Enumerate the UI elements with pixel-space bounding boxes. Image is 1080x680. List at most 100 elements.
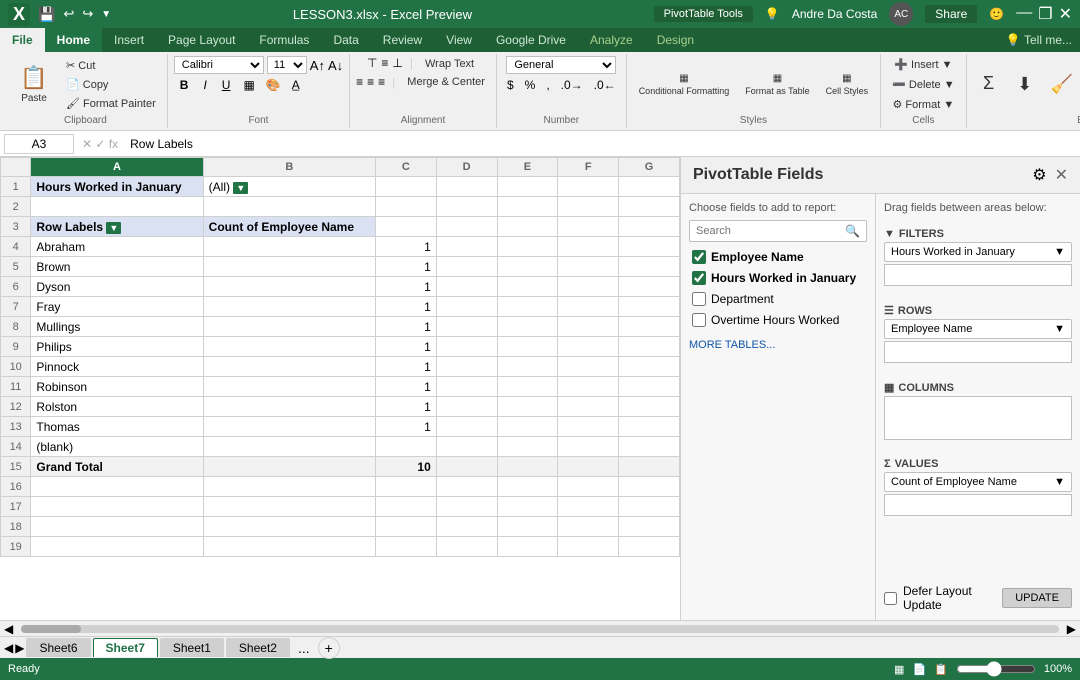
defer-checkbox[interactable] bbox=[884, 592, 897, 605]
bold-button[interactable]: B bbox=[174, 76, 195, 94]
field-item-department[interactable]: Department bbox=[689, 290, 867, 308]
quick-access-save[interactable]: 💾 bbox=[38, 6, 55, 23]
copy-button[interactable]: 📄 Copy bbox=[61, 76, 161, 93]
col-header-e[interactable]: E bbox=[497, 158, 558, 177]
values-dropdown[interactable]: Count of Employee Name ▼ bbox=[884, 472, 1072, 492]
insert-button[interactable]: ➕ Insert ▼ bbox=[889, 56, 957, 73]
font-size-select[interactable]: 11 bbox=[267, 56, 307, 74]
field-checkbox-employee-name[interactable] bbox=[692, 250, 706, 264]
increase-font-size[interactable]: A↑ bbox=[310, 58, 325, 73]
comma-button[interactable]: , bbox=[542, 77, 553, 93]
cell-reference-box[interactable] bbox=[4, 134, 74, 154]
underline-button[interactable]: U bbox=[216, 76, 237, 94]
scroll-left[interactable]: ◀ bbox=[0, 622, 17, 636]
add-sheet-button[interactable]: + bbox=[318, 637, 340, 659]
tab-analyze[interactable]: Analyze bbox=[578, 28, 645, 52]
scroll-thumb[interactable] bbox=[21, 625, 81, 633]
decrease-font-size[interactable]: A↓ bbox=[328, 58, 343, 73]
fill-color-button[interactable]: 🎨 bbox=[262, 77, 285, 93]
col-header-a[interactable]: A bbox=[31, 158, 203, 177]
align-left[interactable]: ≡ bbox=[356, 75, 363, 89]
align-center[interactable]: ≡ bbox=[367, 75, 374, 89]
sheet-tab-sheet1[interactable]: Sheet1 bbox=[160, 638, 224, 657]
align-middle[interactable]: ≡ bbox=[381, 56, 388, 72]
view-page-break[interactable]: 📋 bbox=[934, 663, 948, 676]
tab-insert[interactable]: Insert bbox=[102, 28, 156, 52]
align-bottom[interactable]: ⊥ bbox=[392, 56, 402, 72]
col-header-b[interactable]: B bbox=[203, 158, 375, 177]
italic-button[interactable]: I bbox=[197, 76, 212, 94]
conditional-formatting-button[interactable]: ▦ Conditional Formatting bbox=[633, 70, 736, 99]
scroll-right[interactable]: ▶ bbox=[1063, 622, 1080, 636]
col-header-d[interactable]: D bbox=[436, 158, 497, 177]
currency-button[interactable]: $ bbox=[503, 77, 518, 93]
minimize-button[interactable]: — bbox=[1016, 4, 1032, 24]
nav-next[interactable]: ▶ bbox=[15, 641, 24, 655]
tell-me-box[interactable]: 💡 Tell me... bbox=[998, 28, 1080, 52]
decrease-decimal[interactable]: .0← bbox=[590, 77, 620, 93]
view-normal[interactable]: ▦ bbox=[894, 663, 904, 676]
cell-styles-button[interactable]: ▦ Cell Styles bbox=[820, 70, 875, 99]
sheet-tab-sheet6[interactable]: Sheet6 bbox=[26, 638, 90, 657]
number-format-select[interactable]: General bbox=[506, 56, 616, 74]
cut-button[interactable]: ✂ Cut bbox=[61, 57, 161, 74]
tab-review[interactable]: Review bbox=[371, 28, 434, 52]
view-page-layout[interactable]: 📄 bbox=[912, 663, 926, 676]
pivot-settings-button[interactable]: ⚙ bbox=[1032, 165, 1046, 185]
format-as-table-button[interactable]: ▦ Format as Table bbox=[739, 70, 815, 99]
filter-value-cell[interactable]: (All) ▼ bbox=[203, 177, 375, 197]
pivot-row-labels-cell[interactable]: Row Labels ▼ bbox=[31, 217, 203, 237]
tab-formulas[interactable]: Formulas bbox=[247, 28, 321, 52]
tab-file[interactable]: File bbox=[0, 28, 45, 52]
format-painter-button[interactable]: 🖌 Format Painter bbox=[61, 95, 161, 112]
tab-home[interactable]: Home bbox=[45, 28, 102, 52]
more-sheets[interactable]: ... bbox=[292, 638, 316, 658]
field-item-hours-worked[interactable]: Hours Worked in January bbox=[689, 269, 867, 287]
format-button[interactable]: ⚙ Format ▼ bbox=[888, 96, 960, 113]
quick-access-undo[interactable]: ↩ bbox=[63, 6, 74, 22]
zoom-slider[interactable] bbox=[956, 661, 1036, 677]
sheet-tab-sheet2[interactable]: Sheet2 bbox=[226, 638, 290, 657]
maximize-button[interactable]: ❐ bbox=[1038, 4, 1052, 24]
tab-page-layout[interactable]: Page Layout bbox=[156, 28, 247, 52]
field-item-employee-name[interactable]: Employee Name bbox=[689, 248, 867, 266]
merge-center-button[interactable]: Merge & Center bbox=[402, 74, 490, 90]
paste-button[interactable]: 📋 Paste bbox=[10, 61, 58, 108]
scroll-track[interactable] bbox=[21, 625, 1059, 633]
sheet-tab-sheet7[interactable]: Sheet7 bbox=[93, 638, 158, 657]
field-checkbox-department[interactable] bbox=[692, 292, 706, 306]
autosum-button[interactable]: Σ bbox=[973, 70, 1005, 99]
wrap-text-button[interactable]: Wrap Text bbox=[420, 56, 479, 72]
tab-design[interactable]: Design bbox=[645, 28, 706, 52]
field-checkbox-overtime[interactable] bbox=[692, 313, 706, 327]
filters-dropdown[interactable]: Hours Worked in January ▼ bbox=[884, 242, 1072, 262]
tab-google-drive[interactable]: Google Drive bbox=[484, 28, 578, 52]
increase-decimal[interactable]: .0→ bbox=[557, 77, 587, 93]
tab-data[interactable]: Data bbox=[321, 28, 370, 52]
tab-view[interactable]: View bbox=[434, 28, 484, 52]
percent-button[interactable]: % bbox=[521, 77, 540, 93]
more-tables-link[interactable]: MORE TABLES... bbox=[689, 339, 867, 351]
smiley-icon[interactable]: 🙂 bbox=[989, 7, 1004, 21]
borders-button[interactable]: ▦ bbox=[239, 77, 258, 93]
pivot-panel-close[interactable]: ✕ bbox=[1055, 165, 1068, 185]
fill-button[interactable]: ⬇ bbox=[1009, 71, 1041, 98]
nav-prev[interactable]: ◀ bbox=[4, 641, 13, 655]
col-header-c[interactable]: C bbox=[375, 158, 436, 177]
formula-input[interactable] bbox=[126, 135, 1076, 153]
col-header-g[interactable]: G bbox=[619, 158, 680, 177]
field-checkbox-hours-worked[interactable] bbox=[692, 271, 706, 285]
col-header-f[interactable]: F bbox=[558, 158, 619, 177]
share-button[interactable]: Share bbox=[925, 5, 977, 23]
delete-button[interactable]: ➖ Delete ▼ bbox=[887, 76, 960, 93]
field-item-overtime[interactable]: Overtime Hours Worked bbox=[689, 311, 867, 329]
update-button[interactable]: UPDATE bbox=[1002, 588, 1072, 608]
rows-dropdown[interactable]: Employee Name ▼ bbox=[884, 319, 1072, 339]
close-button[interactable]: ✕ bbox=[1059, 4, 1072, 24]
quick-access-redo[interactable]: ↪ bbox=[82, 6, 93, 22]
lightbulb-icon[interactable]: 💡 bbox=[765, 7, 780, 21]
pivot-search-input[interactable] bbox=[696, 225, 841, 237]
customize-qat[interactable]: ▼ bbox=[101, 9, 111, 20]
clear-button[interactable]: 🧹 bbox=[1045, 71, 1079, 98]
font-color-button[interactable]: A̲ bbox=[288, 77, 304, 93]
